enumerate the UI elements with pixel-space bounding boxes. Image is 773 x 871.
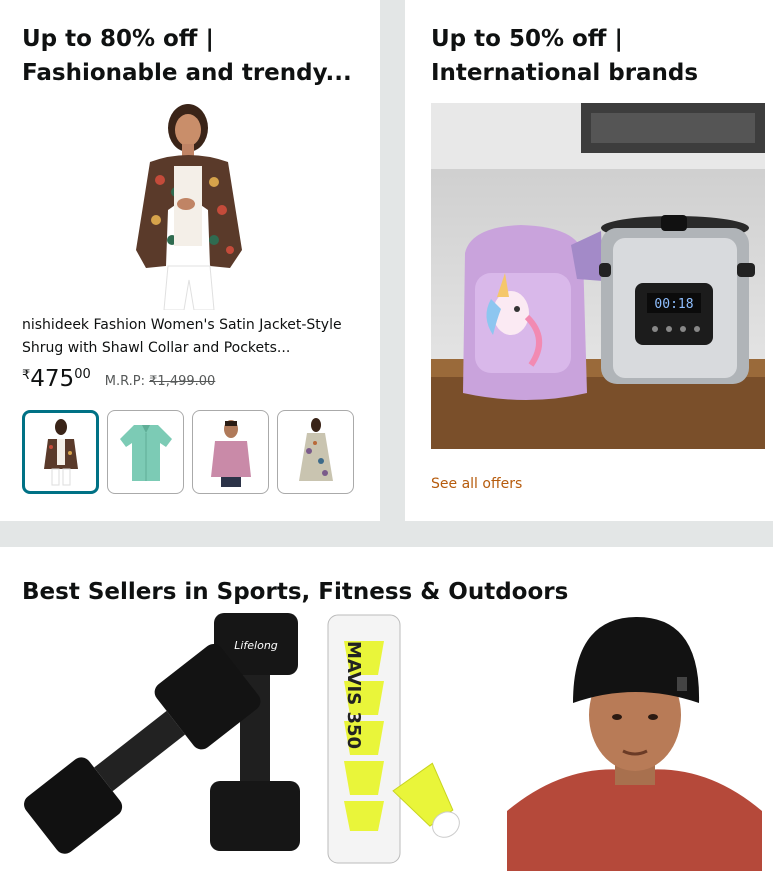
price: ₹ 475 00 M.R.P: ₹1,499.00 (22, 364, 215, 394)
price-fraction: 00 (74, 367, 91, 382)
card-title[interactable]: Up to 80% off | Fashionable and trendy..… (22, 22, 367, 90)
deal-card-fashion: Up to 80% off | Fashionable and trendy..… (0, 0, 380, 521)
cooker-display: 00:18 (654, 297, 693, 312)
product-image-beanie[interactable] (507, 611, 762, 871)
best-sellers-sports-section: Best Sellers in Sports, Fitness & Outdoo… (0, 547, 773, 871)
thumbnail-jacket[interactable] (22, 410, 99, 494)
product-image-jacket[interactable] (110, 100, 270, 311)
price-whole: 475 (30, 366, 75, 392)
thumbnail-teal-shirt[interactable] (107, 410, 184, 494)
mrp: M.R.P: ₹1,499.00 (105, 374, 216, 389)
brands-banner-image[interactable]: 00:18 (431, 103, 765, 449)
deal-card-international-brands: Up to 50% off | International brands 00:… (405, 0, 773, 521)
product-image-dumbbells[interactable]: Lifelong (22, 611, 308, 871)
product-title-link[interactable]: nishideek Fashion Women's Satin Jacket-S… (22, 314, 362, 360)
thumbnail-strip (22, 410, 354, 494)
thumbnail-pink-shirt[interactable] (192, 410, 269, 494)
card-title[interactable]: Up to 50% off | International brands (431, 22, 761, 90)
see-all-offers-link[interactable]: See all offers (431, 476, 522, 492)
section-title[interactable]: Best Sellers in Sports, Fitness & Outdoo… (22, 575, 722, 609)
mrp-value: ₹1,499.00 (149, 374, 216, 389)
shuttle-brand-label: MAVIS 350 (343, 641, 364, 749)
thumbnail-printed-dress[interactable] (277, 410, 354, 494)
mrp-label: M.R.P: (104, 374, 146, 389)
product-image-shuttlecocks[interactable]: MAVIS 350 (324, 611, 474, 871)
price-currency: ₹ (22, 368, 31, 383)
dumbbell-brand-label: Lifelong (234, 639, 278, 652)
